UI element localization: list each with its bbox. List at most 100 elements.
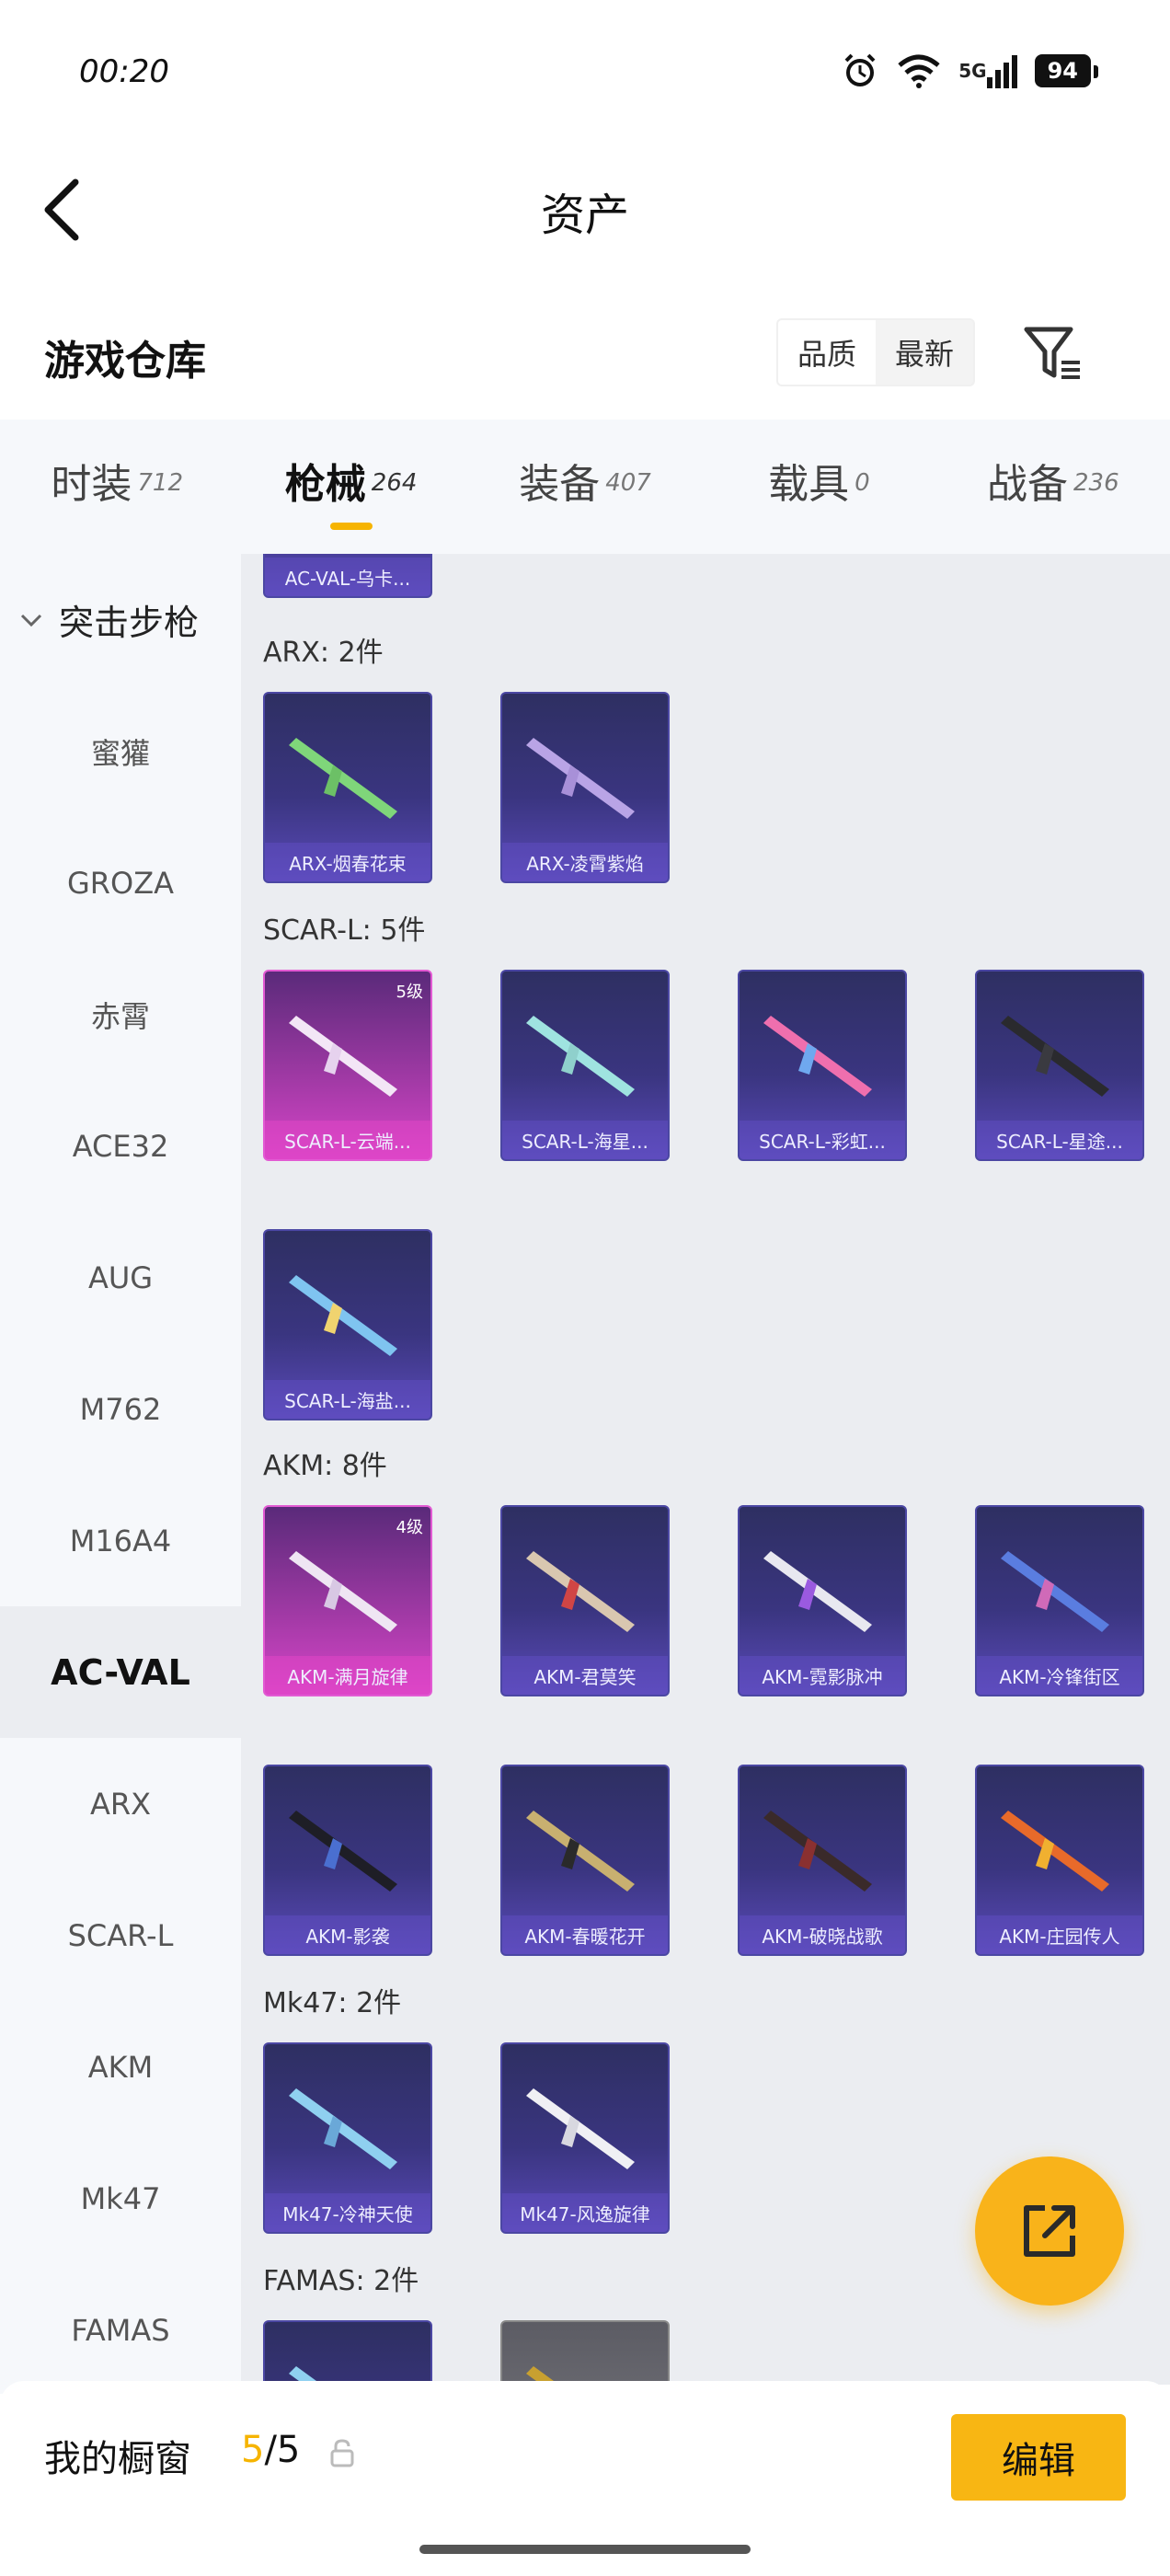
- chevron-down-icon: [20, 614, 42, 627]
- sidebar-item[interactable]: GROZA: [0, 817, 241, 949]
- warehouse-title: 游戏仓库: [44, 338, 206, 385]
- rifle-icon: [289, 1016, 397, 1097]
- group-label: FAMAS: 2件: [263, 2265, 419, 2297]
- sort-newest[interactable]: 最新: [876, 320, 973, 385]
- rifle-icon: [526, 2088, 635, 2169]
- sidebar-group-assault-rifles[interactable]: 突击步枪: [0, 554, 241, 685]
- sidebar-item[interactable]: 赤霄: [0, 949, 241, 1080]
- weapon-card[interactable]: AKM-君莫笑: [500, 1505, 670, 1696]
- rifle-icon: [1001, 1016, 1109, 1097]
- group-label: ARX: 2件: [263, 637, 384, 669]
- weapon-card[interactable]: AKM-冷锋街区: [975, 1505, 1144, 1696]
- tab-label: 战备: [987, 461, 1068, 508]
- showcase-total: /5: [264, 2429, 301, 2471]
- weapon-card[interactable]: [500, 2320, 670, 2385]
- wifi-icon: [896, 52, 942, 89]
- rifle-icon: [526, 1016, 635, 1097]
- alarm-icon: [841, 52, 879, 90]
- filter-icon[interactable]: [1021, 322, 1085, 386]
- group-label: Mk47: 2件: [263, 1987, 402, 2019]
- active-tab-indicator: [329, 523, 373, 530]
- sort-quality[interactable]: 品质: [778, 320, 876, 385]
- sidebar-group-label: 突击步枪: [59, 603, 200, 643]
- tab-count: 236: [1073, 469, 1119, 497]
- edit-button[interactable]: 编辑: [951, 2414, 1126, 2501]
- sidebar-item[interactable]: ARX: [0, 1738, 241, 1869]
- weapon-card[interactable]: ARX-凌霄紫焰: [500, 692, 670, 883]
- showcase-label: 我的橱窗: [44, 2438, 191, 2480]
- weapon-card[interactable]: SCAR-L-彩虹...: [738, 970, 907, 1161]
- tab-fashion[interactable]: 时装 712: [0, 420, 234, 554]
- tab-count: 712: [137, 469, 184, 497]
- showcase-current: 5: [241, 2429, 265, 2471]
- weapon-card-name: ARX-凌霄紫焰: [502, 843, 668, 881]
- rifle-icon: [289, 1275, 397, 1356]
- weapon-card[interactable]: AKM-庄园传人: [975, 1765, 1144, 1956]
- weapon-card[interactable]: AKM-影袭: [263, 1765, 432, 1956]
- rifle-icon: [289, 2366, 322, 2385]
- sidebar-item[interactable]: ACE32: [0, 1080, 241, 1212]
- weapon-card-name: AKM-君莫笑: [502, 1656, 668, 1695]
- status-time: 00:20: [79, 53, 169, 90]
- rifle-icon: [1001, 1551, 1109, 1632]
- weapon-card-name: AKM-春暖花开: [502, 1915, 668, 1954]
- share-button[interactable]: [975, 2156, 1124, 2306]
- weapon-card-name: SCAR-L-星途...: [977, 1121, 1142, 1159]
- weapon-card[interactable]: AC-VAL-乌卡...: [263, 554, 432, 598]
- weapon-card-name: SCAR-L-海盐...: [265, 1380, 430, 1419]
- rifle-icon: [763, 1551, 872, 1632]
- rifle-icon: [289, 738, 397, 819]
- weapon-card[interactable]: AKM-春暖花开: [500, 1765, 670, 1956]
- weapon-card[interactable]: [263, 2320, 432, 2385]
- weapon-card[interactable]: Mk47-冷神天使: [263, 2042, 432, 2234]
- tab-label: 时装: [51, 461, 132, 508]
- tab-count: 407: [605, 469, 651, 497]
- warehouse-row: 游戏仓库 品质 最新: [0, 294, 1170, 414]
- weapon-card-name: AKM-满月旋律: [265, 1656, 430, 1695]
- tab-label: 载具: [768, 461, 850, 508]
- sidebar-item[interactable]: AUG: [0, 1212, 241, 1343]
- network-type: 5G: [958, 60, 987, 82]
- tab-supplies[interactable]: 战备 236: [936, 420, 1170, 554]
- rifle-icon: [526, 1811, 635, 1892]
- lock-icon: [330, 2439, 354, 2467]
- tab-equipment[interactable]: 装备 407: [468, 420, 702, 554]
- sidebar-item[interactable]: AKM: [0, 2001, 241, 2133]
- sidebar-item[interactable]: FAMAS: [0, 2264, 241, 2396]
- weapon-card[interactable]: AKM-破晓战歌: [738, 1765, 907, 1956]
- sidebar-item[interactable]: M762: [0, 1343, 241, 1475]
- weapon-card[interactable]: Mk47-风逸旋律: [500, 2042, 670, 2234]
- sidebar-item[interactable]: SCAR-L: [0, 1869, 241, 2001]
- weapon-card-name: Mk47-风逸旋律: [502, 2193, 668, 2232]
- weapon-card[interactable]: 4级 AKM-满月旋律: [263, 1505, 432, 1696]
- weapon-card-name: AKM-破晓战歌: [740, 1915, 905, 1954]
- sidebar-item[interactable]: 蜜獾: [0, 685, 241, 817]
- sidebar-item[interactable]: Mk47: [0, 2133, 241, 2264]
- rifle-icon: [763, 1016, 872, 1097]
- category-tabs: 时装 712 枪械 264 装备 407 载具 0 战备 236: [0, 420, 1170, 554]
- tab-firearms[interactable]: 枪械 264: [234, 420, 467, 554]
- app-header: 资产: [0, 138, 1170, 276]
- tab-label: 枪械: [284, 461, 366, 508]
- weapon-card[interactable]: SCAR-L-海星...: [500, 970, 670, 1161]
- tab-vehicles[interactable]: 载具 0: [702, 420, 935, 554]
- rifle-icon: [1001, 1811, 1109, 1892]
- group-label: AKM: 8件: [263, 1450, 387, 1482]
- status-icons: 5G 94: [841, 52, 1099, 90]
- sidebar-item-active[interactable]: AC-VAL: [0, 1606, 241, 1738]
- home-indicator: [419, 2545, 751, 2554]
- weapon-card-name: AKM-冷锋街区: [977, 1656, 1142, 1695]
- weapon-card[interactable]: 5级 SCAR-L-云端...: [263, 970, 432, 1161]
- showcase-count: 5/5: [241, 2429, 300, 2471]
- weapon-card[interactable]: SCAR-L-海盐...: [263, 1229, 432, 1420]
- weapon-card[interactable]: ARX-烟春花束: [263, 692, 432, 883]
- sidebar-item[interactable]: M16A4: [0, 1475, 241, 1606]
- weapon-card-name: AKM-霓影脉冲: [740, 1656, 905, 1695]
- rifle-icon: [289, 1551, 397, 1632]
- weapon-card[interactable]: AKM-霓影脉冲: [738, 1505, 907, 1696]
- weapon-card-name: SCAR-L-海星...: [502, 1121, 668, 1159]
- rifle-icon: [289, 1811, 397, 1892]
- weapon-card-name: SCAR-L-彩虹...: [740, 1121, 905, 1159]
- weapon-grid: AC-VAL-乌卡... ARX: 2件 ARX-烟春花束 ARX-凌霄紫焰 S…: [241, 554, 1170, 2385]
- weapon-card[interactable]: SCAR-L-星途...: [975, 970, 1144, 1161]
